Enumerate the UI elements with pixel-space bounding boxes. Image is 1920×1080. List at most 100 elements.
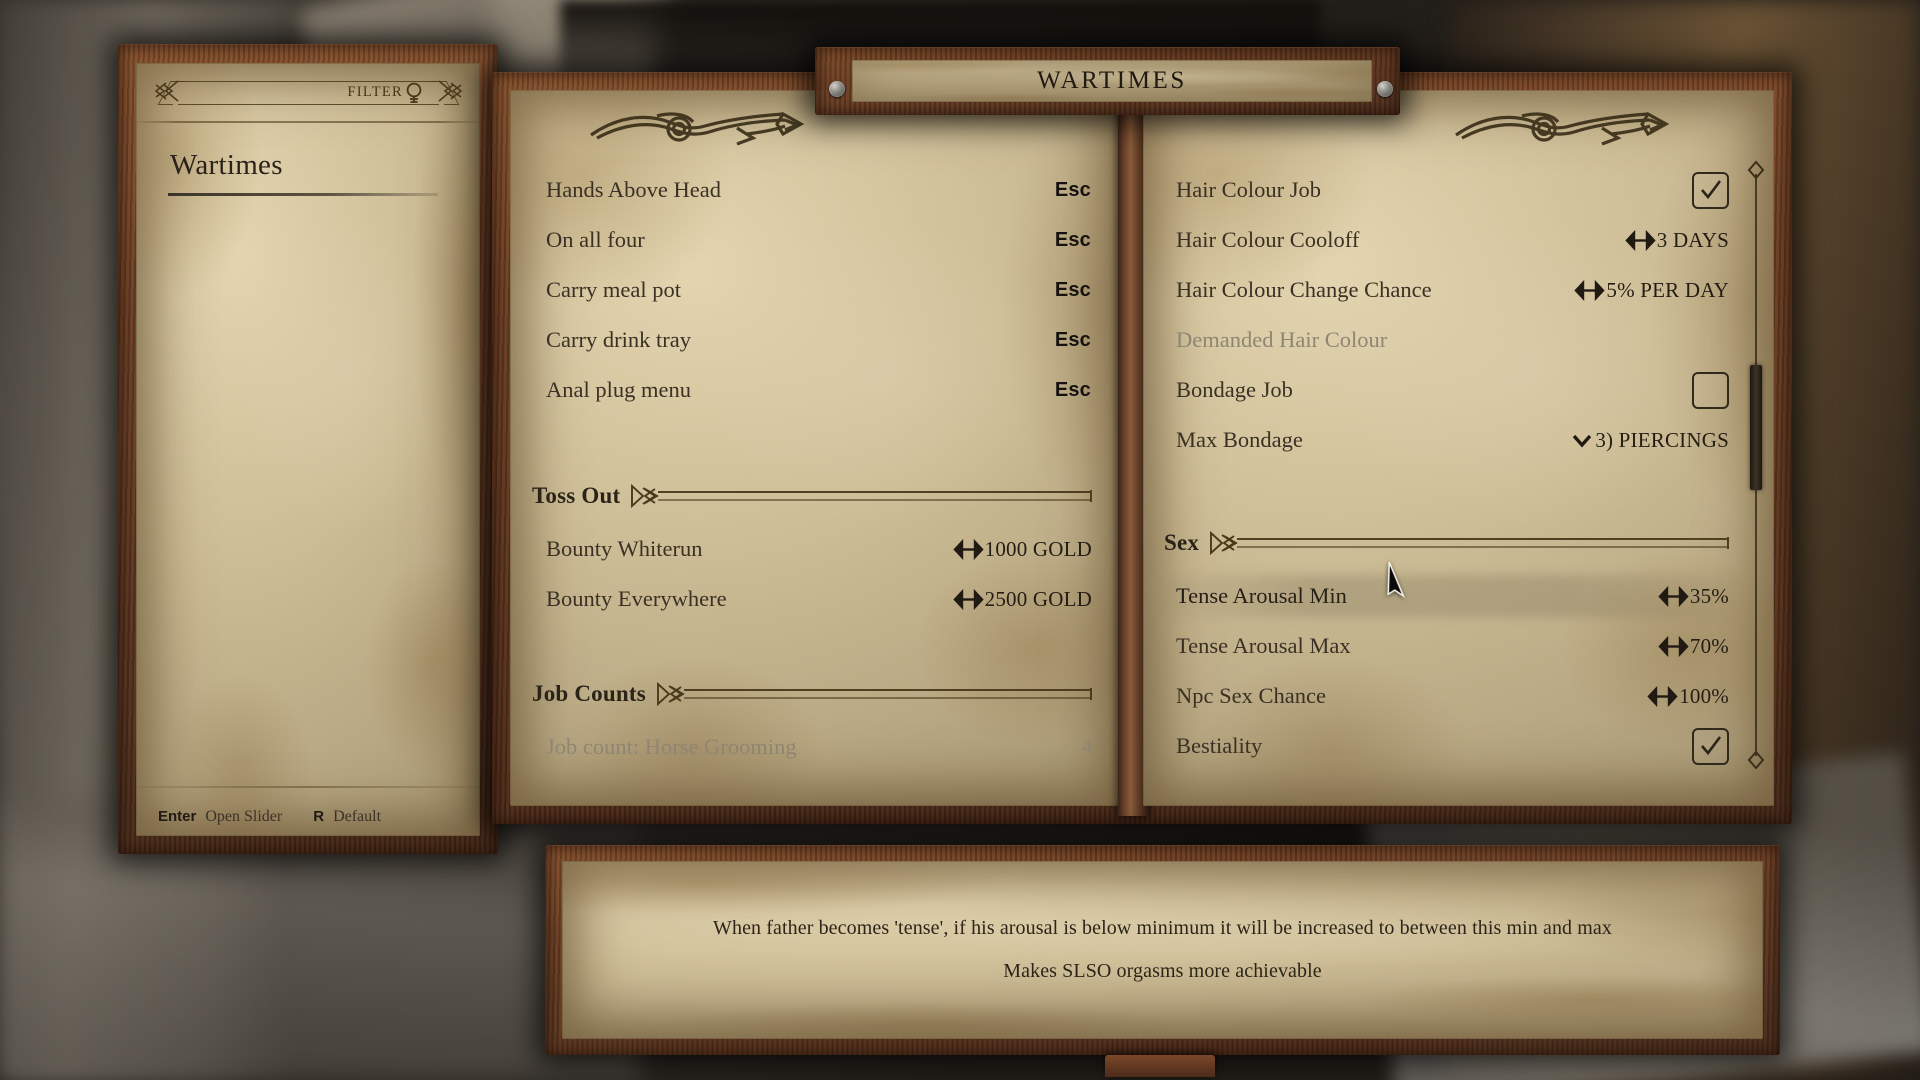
settings-row-carry-meal-pot[interactable]: Carry meal pot Esc	[546, 265, 1091, 315]
group-rule-cap	[1090, 688, 1092, 700]
row-label: Demanded Hair Colour	[1176, 327, 1388, 352]
group-knot-icon	[1210, 531, 1238, 555]
row-label: Tense Arousal Min	[1176, 583, 1347, 608]
row-label: Anal plug menu	[546, 377, 691, 402]
row-value-dropdown[interactable]: 3) PIERCINGS	[1570, 428, 1729, 453]
settings-row-hands-above-head[interactable]: Hands Above Head Esc	[546, 165, 1091, 215]
mod-list-panel: FILTER Wartimes Enter Open Slider R Defa…	[136, 63, 480, 836]
group-rule	[1237, 538, 1727, 548]
row-value-stepper[interactable]: 35%	[1658, 584, 1729, 609]
row-label: Hair Colour Cooloff	[1176, 227, 1360, 252]
group-rule	[683, 689, 1090, 699]
row-value-readonly: 4	[1081, 735, 1092, 758]
row-value-stepper[interactable]: 5% PER DAY	[1574, 278, 1729, 303]
settings-row-tense-arousal-min[interactable]: Tense Arousal Min 35%	[1176, 571, 1729, 621]
row-value-keybind[interactable]: Esc	[1055, 179, 1091, 202]
settings-row-bestiality[interactable]: Bestiality	[1176, 721, 1729, 771]
tooltip-line-1: When father becomes 'tense', if his arou…	[713, 917, 1612, 939]
checkbox-checked[interactable]	[1692, 727, 1729, 765]
chevron-down-icon[interactable]	[1570, 431, 1594, 449]
group-rule-cap	[1727, 537, 1729, 549]
row-label: Carry meal pot	[546, 277, 681, 302]
settings-row-tense-arousal-max[interactable]: Tense Arousal Max 70%	[1176, 621, 1729, 671]
stepper-value: 70%	[1689, 633, 1729, 658]
stepper-arrows-icon[interactable]	[1574, 279, 1606, 301]
row-label: Bondage Job	[1176, 377, 1293, 402]
stepper-arrows-icon[interactable]	[1625, 229, 1656, 251]
stepper-arrows-icon[interactable]	[1647, 685, 1678, 707]
celtic-knot-ornament-left-icon	[590, 111, 805, 146]
stepper-arrows-icon[interactable]	[1658, 635, 1689, 657]
row-value-stepper[interactable]: 70%	[1658, 634, 1729, 659]
group-knot-icon	[631, 484, 660, 508]
row-label: On all four	[546, 227, 645, 252]
title-bar: WARTIMES	[852, 60, 1372, 102]
group-title: Toss Out	[532, 483, 621, 508]
scrollbar-thumb[interactable]	[1750, 365, 1762, 490]
checkbox-checked[interactable]	[1692, 171, 1729, 209]
row-value-keybind[interactable]: Esc	[1055, 229, 1091, 252]
row-value-keybind[interactable]: Esc	[1055, 379, 1091, 402]
settings-row-npc-sex-chance[interactable]: Npc Sex Chance 100%	[1176, 671, 1729, 721]
row-label: Tense Arousal Max	[1176, 633, 1351, 658]
settings-row-hair-colour-change-chance[interactable]: Hair Colour Change Chance 5% PER DAY	[1176, 265, 1729, 315]
row-value-checkbox[interactable]	[1692, 171, 1729, 209]
stepper-value: 100%	[1679, 683, 1729, 708]
knot-right-icon	[438, 80, 463, 102]
group-rule-cap	[1090, 490, 1092, 502]
scroll-down-diamond-icon[interactable]	[1747, 750, 1765, 770]
row-value-stepper[interactable]: 2500 GOLD	[952, 586, 1092, 612]
settings-row-hair-colour-job[interactable]: Hair Colour Job	[1176, 165, 1729, 215]
stepper-value: 2500 GOLD	[984, 586, 1092, 611]
row-label: Npc Sex Chance	[1176, 683, 1326, 708]
settings-row-carry-drink-tray[interactable]: Carry drink tray Esc	[546, 315, 1091, 365]
celtic-knot-ornament-right-icon	[1455, 111, 1670, 146]
stepper-arrows-icon[interactable]	[952, 588, 984, 610]
left-column-row-list: Hands Above Head Esc On all four Esc Car…	[546, 165, 1091, 415]
row-value-stepper[interactable]: 3 DAYS	[1625, 228, 1729, 253]
row-label: Job count: Horse Grooming	[546, 734, 797, 759]
filter-label: FILTER	[347, 84, 403, 100]
filter-bar[interactable]: FILTER	[154, 71, 463, 109]
row-label: Max Bondage	[1176, 427, 1303, 452]
row-label: Hands Above Head	[546, 177, 721, 202]
row-value-checkbox[interactable]	[1692, 371, 1729, 409]
settings-row-bondage-job[interactable]: Bondage Job	[1176, 365, 1729, 415]
row-value-stepper[interactable]: 100%	[1647, 684, 1729, 709]
group-knot-icon	[656, 682, 685, 706]
stepper-arrows-icon[interactable]	[952, 538, 984, 560]
row-value-keybind[interactable]: Esc	[1055, 279, 1091, 302]
scroll-up-diamond-icon[interactable]	[1747, 160, 1765, 180]
checkbox-unchecked[interactable]	[1692, 371, 1729, 409]
settings-row-on-all-four[interactable]: On all four Esc	[546, 215, 1091, 265]
settings-row-bounty-whiterun[interactable]: Bounty Whiterun 1000 GOLD	[546, 524, 1092, 574]
row-value-checkbox[interactable]	[1692, 727, 1729, 765]
right-column-row-list: Hair Colour Job Hair Colour Cooloff 3 DA…	[1176, 165, 1729, 465]
settings-row-max-bondage[interactable]: Max Bondage 3) PIERCINGS	[1176, 415, 1729, 465]
stepper-value: 1000 GOLD	[984, 536, 1092, 561]
group-title: Sex	[1164, 530, 1200, 555]
tooltip-bottom-tab	[1105, 1055, 1215, 1077]
title-rivet-left	[829, 81, 845, 97]
mod-list-item-wartimes[interactable]: Wartimes	[170, 149, 283, 182]
group-header-job-counts: Job Counts	[532, 666, 1092, 722]
row-value-keybind[interactable]: Esc	[1055, 329, 1091, 352]
settings-row-bounty-everywhere[interactable]: Bounty Everywhere 2500 GOLD	[546, 574, 1092, 624]
row-label: Hair Colour Change Chance	[1176, 277, 1432, 302]
group-header-sex: Sex	[1164, 515, 1729, 571]
right-column-scrollbar[interactable]	[1745, 160, 1767, 770]
stepper-value: 35%	[1689, 583, 1729, 608]
magnifier-icon[interactable]	[403, 81, 425, 105]
group-toss-out: Toss Out Bounty Whiterun 1000 GOLD Bount…	[532, 468, 1092, 624]
group-title: Job Counts	[532, 681, 646, 706]
stepper-arrows-icon[interactable]	[1658, 585, 1689, 607]
filter-separator	[136, 121, 480, 123]
settings-row-demanded-hair-colour: Demanded Hair Colour	[1176, 315, 1729, 365]
dropdown-value: 3) PIERCINGS	[1595, 427, 1729, 452]
settings-row-job-count-horse-grooming: Job count: Horse Grooming 4	[546, 722, 1092, 772]
title-rivet-right	[1377, 81, 1393, 97]
settings-row-hair-colour-cooloff[interactable]: Hair Colour Cooloff 3 DAYS	[1176, 215, 1729, 265]
row-label: Carry drink tray	[546, 327, 691, 352]
row-value-stepper[interactable]: 1000 GOLD	[952, 536, 1092, 562]
settings-row-anal-plug-menu[interactable]: Anal plug menu Esc	[546, 365, 1091, 415]
